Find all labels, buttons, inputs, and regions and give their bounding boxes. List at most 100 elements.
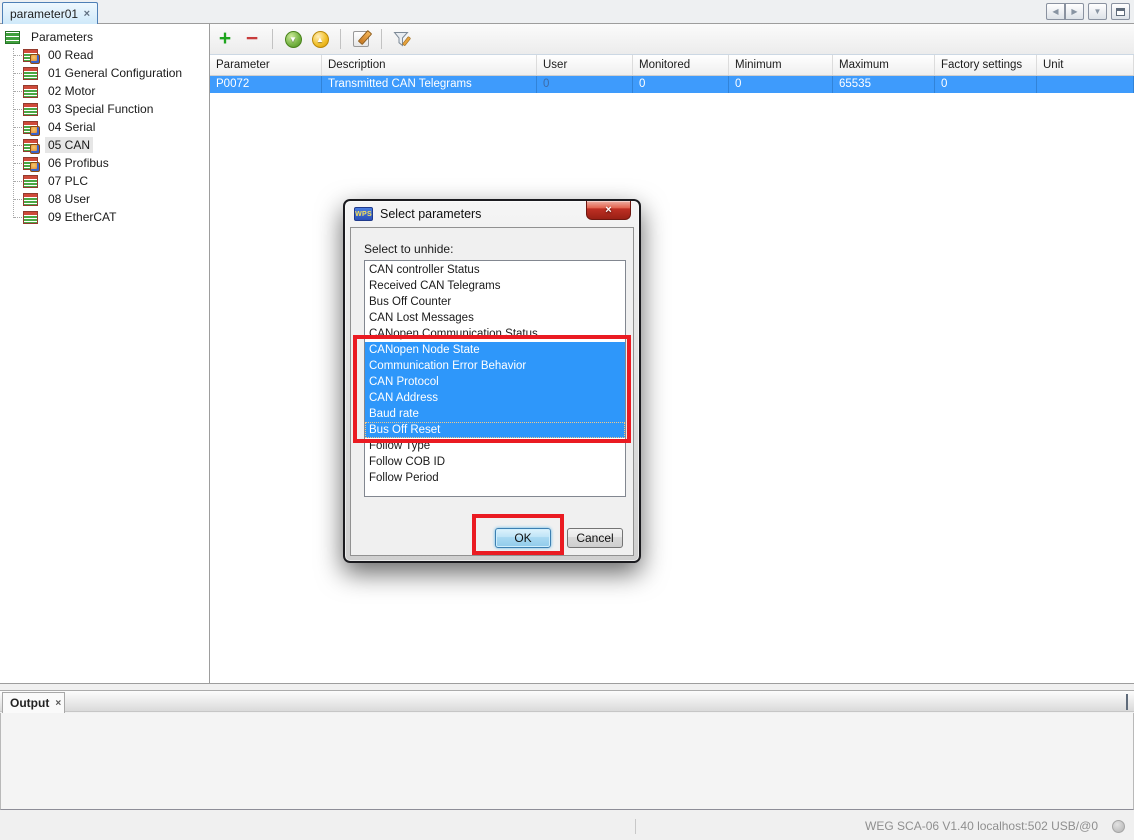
move-up-button[interactable]: ▲ <box>310 28 330 50</box>
tree-item-09-ethercat[interactable]: 09 EtherCAT <box>0 208 209 226</box>
cell-factory-settings: 0 <box>935 76 1037 93</box>
filter-parameters-button[interactable] <box>392 28 412 50</box>
tab-output[interactable]: Output × <box>2 692 65 713</box>
column-header-unit[interactable]: Unit <box>1037 55 1134 75</box>
tab-forward-button[interactable]: ▶ <box>1065 3 1084 20</box>
cell-unit <box>1037 76 1134 93</box>
tree-item-label: 00 Read <box>45 47 96 63</box>
tree-item-03-special-function[interactable]: 03 Special Function <box>0 100 209 118</box>
tree-item-05-can[interactable]: 05 CAN <box>0 136 209 154</box>
column-header-factory-settings[interactable]: Factory settings <box>935 55 1037 75</box>
tree-item-00-read[interactable]: 00 Read <box>0 46 209 64</box>
list-item[interactable]: Bus Off Counter <box>365 294 625 310</box>
parameter-group-icon <box>23 157 38 170</box>
yellow-up-circle-icon: ▲ <box>312 31 329 48</box>
cell-user: 0 <box>537 76 633 93</box>
tab-close-icon[interactable]: × <box>84 8 90 20</box>
tab-parameter01[interactable]: parameter01 × <box>2 2 98 24</box>
column-header-minimum[interactable]: Minimum <box>729 55 833 75</box>
column-header-parameter[interactable]: Parameter <box>210 55 322 75</box>
toolbar-separator <box>381 29 382 49</box>
output-console-area <box>0 713 1134 810</box>
parameter-group-icon <box>23 49 38 62</box>
edit-parameter-button[interactable] <box>351 28 371 50</box>
maximize-icon <box>1126 694 1128 710</box>
parameter-group-icon <box>23 139 38 152</box>
list-item-selected[interactable]: CAN Address <box>365 390 625 406</box>
dialog-close-button[interactable]: × <box>586 201 631 220</box>
cell-maximum: 65535 <box>833 76 935 93</box>
plus-icon: + <box>219 30 231 48</box>
parameter-group-icon <box>23 193 38 206</box>
tree-item-02-motor[interactable]: 02 Motor <box>0 82 209 100</box>
forward-arrow-icon: ▶ <box>1071 7 1077 16</box>
output-panel-header: Output × <box>0 690 1134 712</box>
tree-item-01-general-configuration[interactable]: 01 General Configuration <box>0 64 209 82</box>
parameter-tree-panel: Parameters 00 Read 01 General Configurat… <box>0 24 210 684</box>
tree-item-label: 08 User <box>45 191 93 207</box>
tree-item-label: 01 General Configuration <box>45 65 185 81</box>
tree-item-label: 09 EtherCAT <box>45 209 119 225</box>
list-item[interactable]: Follow COB ID <box>365 454 625 470</box>
dialog-title: Select parameters <box>380 207 481 221</box>
tree-item-06-profibus[interactable]: 06 Profibus <box>0 154 209 172</box>
tab-back-button[interactable]: ◀ <box>1046 3 1065 20</box>
list-item[interactable]: CAN controller Status <box>365 262 625 278</box>
maximize-icon <box>1116 8 1125 16</box>
parameter-toolbar: + − ▼ ▲ <box>210 24 1134 55</box>
tab-label: parameter01 <box>10 7 78 21</box>
connection-status-led-icon <box>1112 820 1125 833</box>
tree-item-08-user[interactable]: 08 User <box>0 190 209 208</box>
tree-item-07-plc[interactable]: 07 PLC <box>0 172 209 190</box>
list-item[interactable]: CANopen Communication Status <box>365 326 625 342</box>
dialog-content: Select to unhide: CAN controller Status … <box>350 227 634 556</box>
output-maximize-button[interactable] <box>1126 697 1128 709</box>
list-item[interactable]: CAN Lost Messages <box>365 310 625 326</box>
add-parameter-button[interactable]: + <box>215 28 235 50</box>
column-header-monitored[interactable]: Monitored <box>633 55 729 75</box>
table-header: Parameter Description User Monitored Min… <box>210 55 1134 76</box>
list-item[interactable]: Follow Type <box>365 438 625 454</box>
tree-item-label: 03 Special Function <box>45 101 156 117</box>
tree-item-04-serial[interactable]: 04 Serial <box>0 118 209 136</box>
ok-button[interactable]: OK <box>495 528 551 548</box>
tree-item-label-selected: 05 CAN <box>45 137 93 153</box>
column-header-description[interactable]: Description <box>322 55 537 75</box>
document-tab-bar: parameter01 × ◀ ▶ ▼ <box>0 0 1134 24</box>
column-header-user[interactable]: User <box>537 55 633 75</box>
move-down-button[interactable]: ▼ <box>283 28 303 50</box>
statusbar-text: WEG SCA-06 V1.40 localhost:502 USB/@0 <box>865 819 1098 833</box>
minus-icon: − <box>246 30 258 48</box>
cancel-button[interactable]: Cancel <box>567 528 623 548</box>
tree-root-parameters[interactable]: Parameters <box>0 28 209 46</box>
list-item-selected[interactable]: CANopen Node State <box>365 342 625 358</box>
parameter-group-icon <box>23 85 38 98</box>
column-header-maximum[interactable]: Maximum <box>833 55 935 75</box>
output-close-icon[interactable]: × <box>55 698 61 709</box>
chevron-down-icon: ▼ <box>1094 7 1102 16</box>
list-item-selected[interactable]: CAN Protocol <box>365 374 625 390</box>
tree-item-label: 02 Motor <box>45 83 98 99</box>
cell-minimum: 0 <box>729 76 833 93</box>
toolbar-separator <box>272 29 273 49</box>
toolbar-separator <box>340 29 341 49</box>
tab-list-dropdown-button[interactable]: ▼ <box>1088 3 1107 20</box>
remove-parameter-button[interactable]: − <box>242 28 262 50</box>
list-item-selected[interactable]: Baud rate <box>365 406 625 422</box>
filter-funnel-icon <box>393 31 412 48</box>
parameter-group-icon <box>23 103 38 116</box>
dialog-prompt-label: Select to unhide: <box>364 242 453 256</box>
list-item[interactable]: Follow Period <box>365 470 625 486</box>
parameter-group-icon <box>23 211 38 224</box>
select-parameters-dialog: WPS Select parameters × Select to unhide… <box>343 199 641 563</box>
parameters-table-icon <box>5 31 20 44</box>
list-item[interactable]: Received CAN Telegrams <box>365 278 625 294</box>
cell-description: Transmitted CAN Telegrams <box>322 76 537 93</box>
status-bar: WEG SCA-06 V1.40 localhost:502 USB/@0 <box>0 812 1134 840</box>
green-down-circle-icon: ▼ <box>285 31 302 48</box>
maximize-view-button[interactable] <box>1111 3 1130 20</box>
tree-root-label: Parameters <box>28 29 96 45</box>
list-item-selected[interactable]: Communication Error Behavior <box>365 358 625 374</box>
table-row-p0072[interactable]: P0072 Transmitted CAN Telegrams 0 0 0 65… <box>210 76 1134 93</box>
list-item-selected-focused[interactable]: Bus Off Reset <box>365 422 625 438</box>
